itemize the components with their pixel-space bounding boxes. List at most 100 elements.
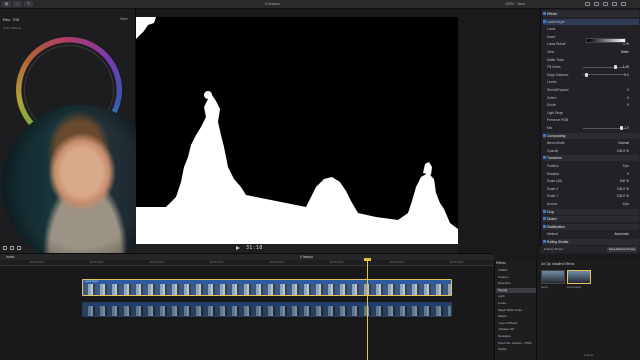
enable-checkbox[interactable] bbox=[543, 224, 546, 228]
inspector-row[interactable]: Effects bbox=[543, 11, 639, 17]
fullscreen-icon[interactable] bbox=[621, 2, 626, 6]
inspector-row-value[interactable]: 100.0 % bbox=[617, 148, 629, 154]
inspector-row-value[interactable]: 0 bbox=[627, 95, 629, 101]
index-button[interactable]: Index bbox=[6, 255, 15, 259]
timeline-tracks[interactable]: Luma Keyer bbox=[0, 266, 494, 360]
inspector-row[interactable]: Method Automatic bbox=[543, 231, 639, 237]
inspector-row-value[interactable]: 5.0 bbox=[624, 72, 629, 78]
inspector-row[interactable]: Crop bbox=[543, 208, 639, 215]
inspector-row[interactable]: Fill Holes 1.49 bbox=[543, 64, 639, 70]
ruler-tick: 00:00:10:00 bbox=[150, 261, 164, 264]
inspector-row[interactable]: Shrink/Expand 0 bbox=[543, 87, 639, 93]
media-button[interactable]: ♪ bbox=[13, 1, 22, 7]
slider-knob[interactable] bbox=[614, 65, 618, 70]
inspector-row[interactable]: Scale X 100.0 % bbox=[543, 186, 639, 192]
statue-figure-right bbox=[423, 162, 432, 175]
inspector-row-value[interactable]: 100.0 % bbox=[617, 193, 629, 199]
view-dropdown[interactable]: View bbox=[120, 17, 128, 21]
effects-category-item[interactable]: m-gen Diffuser bbox=[496, 321, 536, 326]
effects-category-item[interactable]: Pixel Film Studios - PXPL bbox=[496, 341, 536, 346]
inspector-row[interactable]: Light Wrap bbox=[543, 110, 639, 116]
inspector-row[interactable]: Rotation 0 bbox=[543, 171, 639, 177]
luma-gradient[interactable] bbox=[586, 38, 626, 43]
effects-category-item[interactable]: Distortion bbox=[496, 281, 536, 286]
ruler-tick: 00:00:35:00 bbox=[450, 261, 464, 264]
inspector-row[interactable]: Mix 1.0 bbox=[543, 125, 639, 131]
inspector-row-value[interactable]: 0 bbox=[627, 171, 629, 177]
clip-primary[interactable]: Luma Keyer bbox=[82, 279, 452, 296]
inspector-row[interactable]: Levels bbox=[543, 79, 639, 85]
inspector-row-value[interactable]: 0 bbox=[627, 87, 629, 93]
effects-category-item[interactable]: Stylize bbox=[496, 347, 536, 352]
inspector-row-value[interactable]: 100 % bbox=[620, 178, 629, 184]
inspector-row[interactable]: Matte Tools bbox=[543, 57, 639, 63]
inspector-slider[interactable] bbox=[583, 65, 625, 70]
grid-icon[interactable] bbox=[585, 2, 590, 6]
inspector-row[interactable]: Preserve RGB bbox=[543, 117, 639, 123]
inspector-row[interactable]: Position 0 px bbox=[543, 163, 639, 169]
play-icon[interactable] bbox=[236, 246, 240, 250]
inspector-row[interactable]: Opacity 100.0 % bbox=[543, 148, 639, 154]
inspector-row[interactable]: Anchor 0 px bbox=[543, 201, 639, 207]
inspector-row-value[interactable]: Automatic bbox=[614, 231, 629, 237]
enable-checkbox[interactable] bbox=[543, 209, 546, 213]
inspector-slider[interactable] bbox=[583, 72, 625, 77]
inspector-row[interactable]: Transform bbox=[543, 155, 639, 162]
inspector-row[interactable]: Distort bbox=[543, 216, 639, 223]
inspector-row-value[interactable]: 0 px bbox=[623, 201, 629, 207]
inspector-row[interactable]: Stabilization bbox=[543, 223, 639, 230]
effects-category-item[interactable]: Magic Bullet Suite bbox=[496, 308, 536, 313]
effects-category-item[interactable]: Looks bbox=[496, 301, 536, 306]
viewer[interactable] bbox=[136, 17, 458, 244]
zoom-level[interactable]: 100% · View bbox=[505, 2, 525, 6]
inspector-row[interactable]: Rolling Shutter bbox=[543, 239, 639, 245]
effects-category-item[interactable]: Masks bbox=[496, 314, 536, 319]
inspector-row[interactable]: Luma bbox=[543, 26, 639, 32]
effects-category-item[interactable]: Nostalgia bbox=[496, 334, 536, 339]
inspector-row[interactable]: View Matte bbox=[543, 49, 639, 55]
enable-checkbox[interactable] bbox=[543, 12, 546, 15]
slider-knob[interactable] bbox=[620, 126, 624, 130]
ruler-tick: 00:00:30:00 bbox=[390, 261, 404, 264]
effect-thumb-keyer[interactable] bbox=[541, 270, 565, 284]
inspector-row[interactable]: Erode 0 bbox=[543, 102, 639, 108]
effects-category-item[interactable]: mFlatten 3D bbox=[496, 327, 536, 332]
slider-knob[interactable] bbox=[584, 72, 588, 77]
inspector-row-value[interactable]: Matte bbox=[621, 49, 629, 55]
inspector-row-label: Method bbox=[547, 232, 558, 237]
inspector-row[interactable]: Compositing bbox=[543, 132, 639, 139]
playhead[interactable] bbox=[366, 258, 368, 360]
inspector-row-value[interactable]: 0 px bbox=[623, 163, 629, 169]
inspector-row-value[interactable]: 100.0 % bbox=[617, 186, 629, 192]
enable-checkbox[interactable] bbox=[543, 240, 546, 243]
effects-category-item[interactable]: Keying bbox=[496, 287, 536, 293]
inspector-row-value[interactable]: Normal bbox=[618, 140, 629, 146]
inspector-row[interactable]: Blend Mode Normal bbox=[543, 140, 639, 146]
inspector-row-value[interactable]: 0 bbox=[627, 102, 629, 108]
inspector-icon[interactable] bbox=[603, 2, 608, 6]
inspector-row[interactable]: Luma Keyer bbox=[543, 18, 639, 25]
titles-button[interactable]: T bbox=[24, 1, 33, 7]
inspector-row[interactable]: Scale (All) 100 % bbox=[543, 178, 639, 184]
effect-label-luma-keyer: Luma Keyer bbox=[567, 286, 581, 289]
inspector-row-value[interactable]: 1.49 bbox=[623, 64, 629, 70]
effects-category-item[interactable]: Custom bbox=[496, 275, 536, 280]
inspector-row-value[interactable]: 1.0 bbox=[624, 125, 629, 131]
effect-thumb-luma-keyer[interactable] bbox=[567, 270, 591, 284]
enable-checkbox[interactable] bbox=[543, 133, 546, 137]
timeline-icon[interactable] bbox=[594, 2, 599, 6]
enable-checkbox[interactable] bbox=[543, 19, 546, 23]
library-button[interactable]: ▤ bbox=[2, 1, 11, 7]
clip-background[interactable] bbox=[82, 302, 452, 317]
share-icon[interactable] bbox=[612, 2, 617, 6]
inspector-row[interactable]: Soften 0 bbox=[543, 95, 639, 101]
enable-checkbox[interactable] bbox=[543, 156, 546, 160]
inspector-row[interactable]: Scale Y 100.0 % bbox=[543, 193, 639, 199]
effects-category-item[interactable]: Light bbox=[496, 294, 536, 299]
effects-category-item[interactable]: VIDEO bbox=[496, 268, 536, 273]
save-effects-preset-button[interactable]: Save Effects Preset bbox=[606, 247, 637, 252]
inspector-slider[interactable] bbox=[583, 126, 625, 130]
timeline-header: Index 0 lesson bbox=[0, 253, 494, 260]
inspector-row[interactable]: Edge Distance 5.0 bbox=[543, 72, 639, 78]
enable-checkbox[interactable] bbox=[543, 217, 546, 221]
